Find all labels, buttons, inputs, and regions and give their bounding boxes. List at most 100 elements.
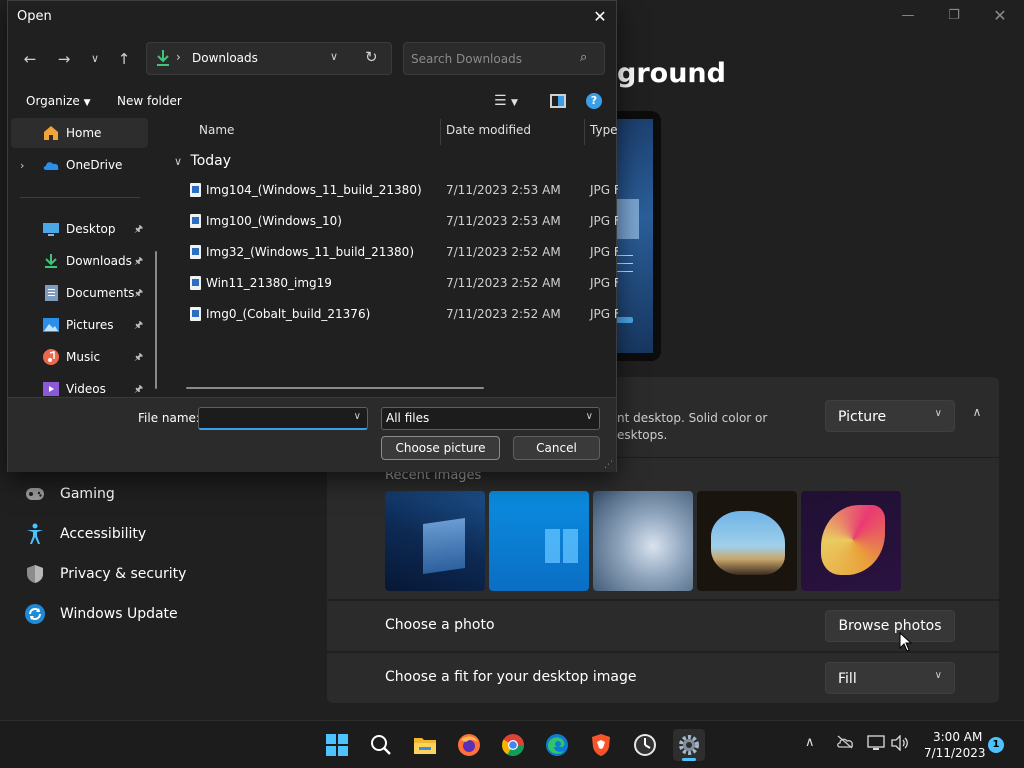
file-row[interactable]: Img32_(Windows_11_build_21380) 7/11/2023… <box>174 237 618 267</box>
file-row[interactable]: Img0_(Cobalt_build_21376) 7/11/2023 2:52… <box>174 299 618 329</box>
forward-button[interactable]: → <box>52 47 76 71</box>
taskbar-search-button[interactable] <box>365 729 397 761</box>
clock-time[interactable]: 3:00 AM <box>933 730 982 744</box>
taskbar-brave[interactable] <box>585 729 617 761</box>
nav-pane-label: OneDrive <box>66 158 123 172</box>
taskbar-clock-app[interactable] <box>629 729 661 761</box>
background-type-select[interactable]: Picture ∨ <box>825 400 955 432</box>
view-options-button[interactable]: ☰ ▼ <box>494 93 518 109</box>
divider <box>20 197 140 198</box>
taskbar-file-explorer[interactable] <box>409 729 441 761</box>
background-description: nt desktop. Solid color or esktops. <box>617 411 768 442</box>
nav-item-privacy[interactable]: Privacy & security <box>24 558 186 590</box>
chevron-down-icon: ∨ <box>585 411 593 422</box>
nav-pane-item-home[interactable]: Home <box>11 118 148 148</box>
resize-grip-icon[interactable]: ⋰ <box>604 460 613 470</box>
show-hidden-icons-button[interactable]: ∧ <box>805 735 815 750</box>
clock-app-icon <box>634 734 656 756</box>
address-path[interactable]: Downloads <box>192 51 258 65</box>
windows-update-icon <box>24 603 46 625</box>
browse-photos-button[interactable]: Browse photos <box>825 610 955 642</box>
file-name: Img32_(Windows_11_build_21380) <box>206 245 414 259</box>
pin-icon[interactable]: 🖈 <box>134 350 143 367</box>
recent-locations-button[interactable]: ∨ <box>83 47 107 71</box>
file-row[interactable]: Img104_(Windows_11_build_21380) 7/11/202… <box>174 175 618 205</box>
nav-pane-item-music[interactable]: Music 🖈 <box>8 342 158 372</box>
mouse-cursor-icon <box>899 632 913 652</box>
recent-image-thumbnail[interactable] <box>489 491 589 591</box>
organize-menu[interactable]: Organize ▼ <box>26 94 91 108</box>
search-input[interactable] <box>411 50 571 68</box>
taskbar-edge[interactable] <box>541 729 573 761</box>
chevron-right-icon[interactable]: › <box>20 159 34 172</box>
pin-icon[interactable]: 🖈 <box>134 382 143 397</box>
refresh-icon[interactable]: ↻ <box>365 48 378 66</box>
cancel-button[interactable]: Cancel <box>513 436 600 460</box>
file-list: Name Date modified Type ∨ Today Img104_(… <box>166 117 618 397</box>
dialog-footer: File name: ∨ All files ∨ Choose picture … <box>8 397 616 472</box>
pin-icon[interactable]: 🖈 <box>134 286 143 303</box>
background-type-value: Picture <box>838 409 887 425</box>
start-button[interactable] <box>321 729 353 761</box>
up-button[interactable]: ↑ <box>112 47 136 71</box>
organize-label: Organize <box>26 94 80 108</box>
nav-item-label: Gaming <box>60 486 115 502</box>
chevron-down-icon[interactable]: ∨ <box>330 50 338 63</box>
horizontal-scrollbar[interactable] <box>186 387 484 389</box>
file-type-select[interactable]: All files ∨ <box>381 407 600 430</box>
collapse-button[interactable]: ∧ <box>967 405 987 425</box>
recent-image-thumbnail[interactable] <box>801 491 901 591</box>
nav-item-windows-update[interactable]: Windows Update <box>24 598 178 630</box>
new-folder-button[interactable]: New folder <box>117 94 182 108</box>
column-header-type[interactable]: Type <box>590 123 618 137</box>
file-type-value: All files <box>386 411 430 425</box>
nav-pane-scrollbar[interactable] <box>155 251 157 389</box>
back-button[interactable]: ← <box>18 47 42 71</box>
help-icon[interactable]: ? <box>586 93 602 109</box>
nav-item-accessibility[interactable]: Accessibility <box>24 518 146 550</box>
nav-pane-item-downloads[interactable]: Downloads 🖈 <box>8 246 158 276</box>
close-window-button[interactable]: ✕ <box>982 6 1018 26</box>
group-header-today[interactable]: ∨ Today <box>174 153 231 169</box>
network-icon[interactable] <box>867 735 885 755</box>
taskbar-firefox[interactable] <box>453 729 485 761</box>
nav-pane-item-onedrive[interactable]: › OneDrive <box>8 150 158 180</box>
pin-icon[interactable]: 🖈 <box>134 254 143 271</box>
preview-pane-button[interactable] <box>550 94 566 108</box>
choose-picture-button[interactable]: Choose picture <box>381 436 500 460</box>
search-box[interactable]: ⌕ <box>403 42 605 75</box>
maximize-button[interactable]: ❐ <box>936 6 972 26</box>
minimize-button[interactable]: — <box>890 6 926 26</box>
nav-pane-item-pictures[interactable]: Pictures 🖈 <box>8 310 158 340</box>
nav-pane-item-desktop[interactable]: Desktop 🖈 <box>8 214 158 244</box>
fit-select[interactable]: Fill ∨ <box>825 662 955 694</box>
file-name-input[interactable] <box>202 410 347 426</box>
volume-icon[interactable] <box>891 734 909 755</box>
address-bar[interactable]: › Downloads ∨ ↻ <box>146 42 392 75</box>
recent-image-thumbnail[interactable] <box>385 491 485 591</box>
image-file-icon <box>190 307 201 321</box>
pin-icon[interactable]: 🖈 <box>134 318 143 335</box>
pin-icon[interactable]: 🖈 <box>134 222 143 239</box>
nav-item-gaming[interactable]: Gaming <box>24 478 115 510</box>
taskbar-settings[interactable] <box>673 729 705 761</box>
notification-badge[interactable]: 1 <box>988 737 1004 753</box>
column-header-name[interactable]: Name <box>199 123 234 137</box>
file-row[interactable]: Win11_21380_img19 7/11/2023 2:52 AM JPG … <box>174 268 618 298</box>
column-header-date[interactable]: Date modified <box>446 123 531 137</box>
recent-image-thumbnail[interactable] <box>697 491 797 591</box>
file-name-combobox[interactable]: ∨ <box>198 407 368 430</box>
nav-pane-item-documents[interactable]: Documents 🖈 <box>8 278 158 308</box>
column-divider[interactable] <box>440 119 441 145</box>
fit-value: Fill <box>838 671 857 687</box>
chevron-down-icon[interactable]: ∨ <box>354 411 361 422</box>
onedrive-tray-icon[interactable] <box>836 735 854 753</box>
dialog-close-button[interactable]: ✕ <box>588 5 612 29</box>
nav-pane-item-videos[interactable]: Videos 🖈 <box>8 374 158 397</box>
recent-image-thumbnail[interactable] <box>593 491 693 591</box>
taskbar-chrome[interactable] <box>497 729 529 761</box>
nav-item-label: Privacy & security <box>60 566 187 582</box>
file-row[interactable]: Img100_(Windows_10) 7/11/2023 2:53 AM JP… <box>174 206 618 236</box>
column-divider[interactable] <box>584 119 585 145</box>
clock-date[interactable]: 7/11/2023 <box>924 746 986 760</box>
